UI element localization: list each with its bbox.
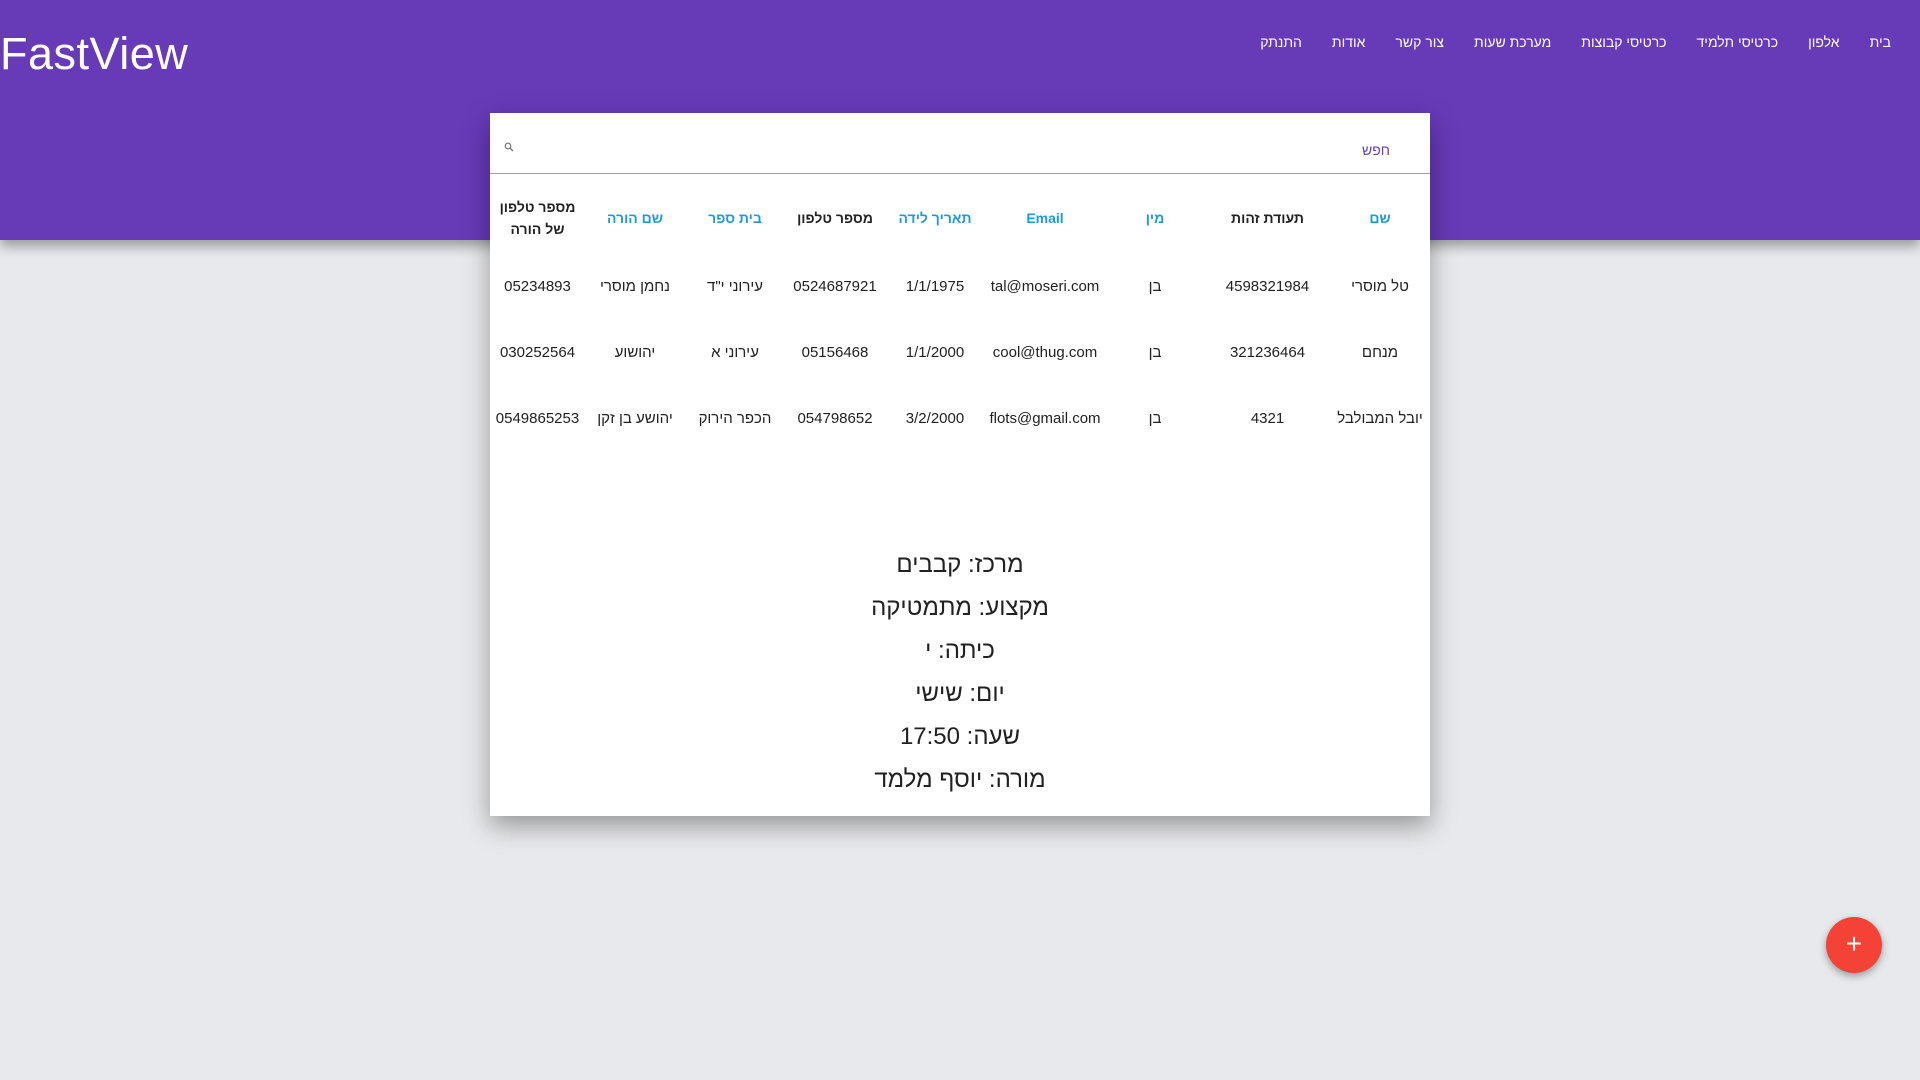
cell-name: מנחם (1361, 343, 1399, 361)
cell-parent-phone: 030252564 (499, 343, 576, 361)
cell-gender: בן (1148, 277, 1162, 295)
cell-birthdate: 3/2/2000 (905, 409, 965, 427)
table-row[interactable]: מנחם 321236464 בן cool@thug.com 1/1/2000… (490, 319, 1430, 385)
nav-item-timetable[interactable]: מערכת שעות (1459, 30, 1566, 54)
nav-item-student-cards[interactable]: כרטיסי תלמיד (1682, 30, 1794, 54)
info-center: מרכז: קבבים (896, 551, 1024, 578)
cell-email: cool@thug.com (992, 343, 1098, 361)
column-header-name[interactable]: שם (1330, 183, 1430, 253)
cell-gender: בן (1148, 409, 1162, 427)
cell-phone: 054798652 (797, 409, 873, 427)
cell-school: עירוני א (711, 343, 759, 361)
cell-birthdate: 1/1/1975 (905, 277, 965, 295)
group-info: מרכז: קבבים מקצוע: מתמטיקה כיתה: י יום: … (490, 543, 1430, 801)
cell-parent-phone: 0549865253 (495, 409, 580, 427)
students-table: שם תעודת זהות מין Email תאריך לידה מספר … (490, 183, 1430, 451)
nav-bar: בית אלפון כרטיסי תלמיד כרטיסי קבוצות מער… (1245, 30, 1906, 54)
cell-phone: 0524687921 (793, 277, 877, 295)
nav-item-contacts[interactable]: אלפון (1793, 30, 1854, 54)
brand-logo[interactable]: FastView (0, 28, 188, 80)
table-row[interactable]: יובל המבולבל 4321 בן flots@gmail.com 3/2… (490, 385, 1430, 451)
students-card: חפש שם תעודת זהות מין Email תאריך לידה מ… (490, 113, 1430, 816)
cell-name: יובל המבולבל (1337, 409, 1423, 427)
cell-parent-name: נחמן מוסרי (599, 277, 671, 295)
search-bar: חפש (490, 113, 1430, 174)
nav-item-group-cards[interactable]: כרטיסי קבוצות (1566, 30, 1681, 54)
cell-id: 4321 (1250, 409, 1285, 427)
cell-school: הכפר הירוק (698, 409, 772, 427)
column-header-gender[interactable]: מין (1105, 183, 1205, 253)
search-input[interactable] (520, 133, 1324, 165)
column-header-email[interactable]: Email (985, 183, 1105, 253)
table-header-row: שם תעודת זהות מין Email תאריך לידה מספר … (490, 183, 1430, 253)
search-icon[interactable] (504, 142, 514, 152)
info-class: כיתה: י (925, 637, 995, 664)
cell-birthdate: 1/1/2000 (905, 343, 965, 361)
cell-id: 321236464 (1229, 343, 1306, 361)
column-header-parent-name[interactable]: שם הורה (585, 183, 685, 253)
cell-name: טל מוסרי (1351, 277, 1409, 295)
cell-parent-name: יהושוע (614, 343, 656, 361)
nav-item-home[interactable]: בית (1855, 30, 1906, 54)
cell-gender: בן (1148, 343, 1162, 361)
add-button[interactable]: + (1826, 917, 1882, 973)
column-header-parent-phone: מספר טלפון של הורה (499, 199, 576, 237)
column-header-birthdate[interactable]: תאריך לידה (885, 183, 985, 253)
search-label: חפש (1362, 142, 1390, 158)
info-day: יום: שישי (915, 680, 1005, 707)
cell-email: flots@gmail.com (989, 409, 1101, 427)
info-subject: מקצוע: מתמטיקה (871, 594, 1049, 621)
column-header-id: תעודת זהות (1231, 210, 1304, 226)
column-header-school[interactable]: בית ספר (685, 183, 785, 253)
nav-item-logout[interactable]: התנתק (1245, 30, 1317, 54)
nav-item-contact[interactable]: צור קשר (1380, 30, 1459, 54)
column-header-phone: מספר טלפון (797, 210, 873, 226)
cell-phone: 05156468 (801, 343, 869, 361)
cell-school: עירוני י"ד (707, 277, 763, 295)
info-teacher: מורה: יוסף מלמד (874, 766, 1046, 793)
cell-email: tal@moseri.com (990, 277, 1100, 295)
nav-item-about[interactable]: אודות (1317, 30, 1381, 54)
cell-parent-name: יהושע בן זקן (597, 409, 673, 427)
cell-id: 4598321984 (1225, 277, 1310, 295)
table-row[interactable]: טל מוסרי 4598321984 בן tal@moseri.com 1/… (490, 253, 1430, 319)
info-time: שעה: 17:50 (899, 723, 1021, 750)
cell-parent-phone: 05234893 (504, 277, 571, 295)
